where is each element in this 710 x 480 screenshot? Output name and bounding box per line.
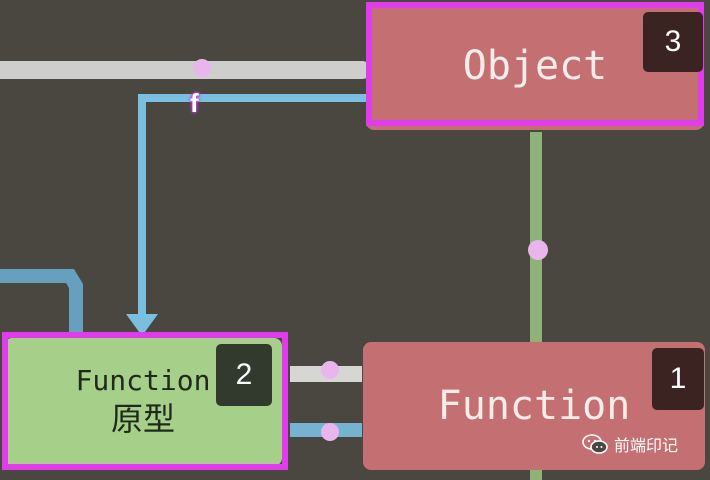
wechat-icon xyxy=(582,434,608,454)
blue-connector-left xyxy=(0,269,83,340)
watermark: 前端印记 xyxy=(582,432,678,456)
badge-function: 1 xyxy=(652,348,704,410)
connector-dot xyxy=(193,59,211,77)
diagram-canvas: f Object 3 Function 原型 2 Function 1 前端印记 xyxy=(0,0,710,480)
connector-dot xyxy=(321,423,339,441)
connector-dot xyxy=(321,361,339,379)
badge-object: 3 xyxy=(643,12,703,72)
watermark-text: 前端印记 xyxy=(614,436,679,455)
node-function-label: Function xyxy=(437,383,631,429)
badge-function-prototype: 2 xyxy=(216,344,272,406)
edge-label-f: f xyxy=(190,88,199,118)
blue-connector-object-to-proto xyxy=(138,94,366,318)
connector-dot xyxy=(528,240,548,260)
